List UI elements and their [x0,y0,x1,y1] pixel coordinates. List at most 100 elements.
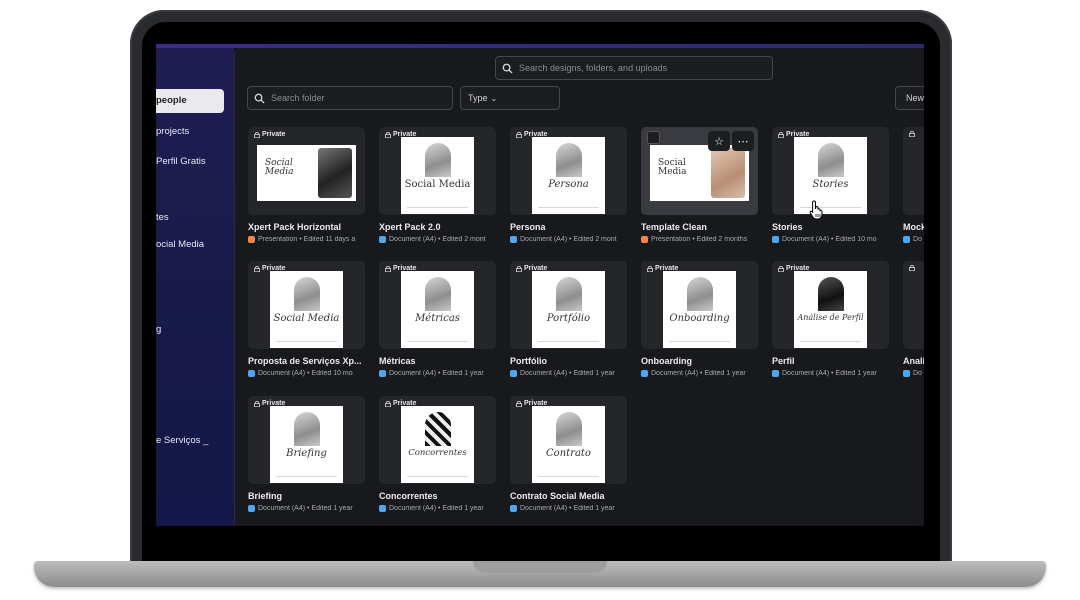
thumbnail-page: Onboarding [663,271,736,348]
sidebar-item-projects[interactable]: projects [156,126,189,137]
card-title[interactable]: Template Clean [641,222,758,232]
design-card-hovered[interactable]: Social Media ☆ ⋯ Template Clean Presenta… [641,127,758,243]
star-icon[interactable]: ☆ [708,131,730,151]
card-title[interactable]: Portfólio [510,356,627,366]
folder-search-box[interactable]: Search folder [247,86,453,110]
card-title[interactable]: Mock [903,222,924,232]
sidebar-item-servicos[interactable]: e Serviços _ [156,435,208,446]
card-thumbnail[interactable]: Private Social Media [248,261,365,349]
thumbnail-rule [538,341,599,342]
document-icon [248,370,255,377]
card-title[interactable]: Métricas [379,356,496,366]
card-title[interactable]: Stories [772,222,889,232]
presentation-icon [641,236,648,243]
card-title[interactable]: Contrato Social Media [510,491,627,501]
design-card[interactable]: Private Contrato Contrato Social Media D… [510,396,627,512]
design-card[interactable]: Private Onboarding Onboarding Document (… [641,261,758,377]
design-card[interactable]: Private Briefing Briefing Document (A4) … [248,396,365,512]
card-meta: Document (A4) • Edited 1 year [379,370,496,377]
card-title[interactable]: Concorrentes [379,491,496,501]
card-title[interactable]: Xpert Pack Horizontal [248,222,365,232]
card-thumbnail[interactable]: Private Briefing [248,396,365,484]
select-checkbox[interactable] [647,131,660,144]
folder-search-input[interactable]: Search folder [271,93,325,103]
design-card[interactable]: Private Análise de Perfil Perfil Documen… [772,261,889,377]
sidebar-item-label: g [156,324,162,335]
card-thumbnail[interactable]: Private Persona [510,127,627,215]
more-icon[interactable]: ⋯ [732,131,754,151]
thumbnail-title: Contrato [546,448,591,459]
thumbnail-rule [669,341,730,342]
design-card-partial[interactable]: Mock Do [903,127,924,243]
card-thumbnail[interactable]: Private Social Media [248,127,365,215]
card-thumbnail[interactable]: Private Concorrentes [379,396,496,484]
design-card[interactable]: Private Persona Persona Document (A4) • … [510,127,627,243]
sidebar-item-perfil-gratis[interactable]: Perfil Gratis [156,156,206,167]
card-thumbnail[interactable]: Social Media ☆ ⋯ [641,127,758,215]
sort-button[interactable]: Newe [895,86,924,110]
design-card-partial[interactable]: Analis Do [903,261,924,377]
card-thumbnail[interactable]: Private Onboarding [641,261,758,349]
sidebar: people projects Perfil Gratis tes ocial … [156,48,234,526]
card-thumbnail[interactable]: Private Social Media [379,127,496,215]
card-thumbnail[interactable] [903,127,924,215]
card-thumbnail[interactable]: Private Métricas [379,261,496,349]
type-filter-button[interactable]: Type ⌄ [460,86,560,110]
design-card[interactable]: Private Métricas Métricas Document (A4) … [379,261,496,377]
card-title[interactable]: Analis [903,356,924,366]
card-meta: Document (A4) • Edited 1 year [772,370,889,377]
card-title[interactable]: Briefing [248,491,365,501]
card-meta-text: Presentation • Edited 11 days a [258,236,356,243]
card-meta: Document (A4) • Edited 1 year [510,505,627,512]
thumbnail-title: Onboarding [669,313,730,324]
document-icon [248,505,255,512]
private-badge [909,131,915,137]
sidebar-item-social-media[interactable]: ocial Media [156,239,204,250]
sidebar-item-g[interactable]: g [156,324,161,335]
card-meta: Presentation • Edited 11 days a [248,236,365,243]
design-card[interactable]: Private Concorrentes Concorrentes Docume… [379,396,496,512]
card-actions: ☆ ⋯ [708,131,754,151]
thumbnail-photo [818,277,844,311]
search-icon [502,63,513,74]
thumbnail-photo [711,148,745,198]
card-thumbnail[interactable]: Private Análise de Perfil [772,261,889,349]
lock-icon [254,400,260,407]
thumbnail-page: Stories [794,137,867,214]
card-meta-text: Do [913,236,922,243]
app-screen: people projects Perfil Gratis tes ocial … [156,44,924,526]
thumbnail-title: Social Media [273,313,340,324]
card-thumbnail[interactable]: Private Contrato [510,396,627,484]
sidebar-item-tes[interactable]: tes [156,212,169,223]
sidebar-item-people[interactable]: people [156,89,224,113]
thumbnail-title: Social Media [658,158,687,177]
card-title[interactable]: Onboarding [641,356,758,366]
card-thumbnail[interactable] [903,261,924,349]
design-card[interactable]: Private Portfólio Portfólio Document (A4… [510,261,627,377]
design-card[interactable]: Private Social Media Xpert Pack 2.0 Docu… [379,127,496,243]
card-thumbnail[interactable]: Private Portfólio [510,261,627,349]
global-search-input[interactable]: Search designs, folders, and uploads [519,63,667,73]
card-thumbnail[interactable]: Private Stories [772,127,889,215]
card-title[interactable]: Proposta de Serviços Xp... [248,356,365,366]
document-icon [379,505,386,512]
card-meta-text: Document (A4) • Edited 10 mo [258,370,353,377]
lock-icon [909,265,915,271]
design-card[interactable]: Private Social Media Xpert Pack Horizont… [248,127,365,243]
sidebar-item-label: people [156,95,187,106]
presentation-icon [248,236,255,243]
thumbnail-rule [800,341,861,342]
card-title[interactable]: Xpert Pack 2.0 [379,222,496,232]
global-search-box[interactable]: Search designs, folders, and uploads [495,56,773,80]
card-title[interactable]: Persona [510,222,627,232]
card-title[interactable]: Perfil [772,356,889,366]
card-meta: Document (A4) • Edited 10 mo [772,236,889,243]
document-icon [641,370,648,377]
thumbnail-page: Portfólio [532,271,605,348]
design-card[interactable]: Private Stories Stories Document (A4) • … [772,127,889,243]
thumbnail-rule [407,341,468,342]
design-card[interactable]: Private Social Media Proposta de Serviço… [248,261,365,377]
card-meta: Document (A4) • Edited 10 mo [248,370,365,377]
thumbnail-rule [276,341,337,342]
thumbnail-page: Social Media [650,145,749,201]
